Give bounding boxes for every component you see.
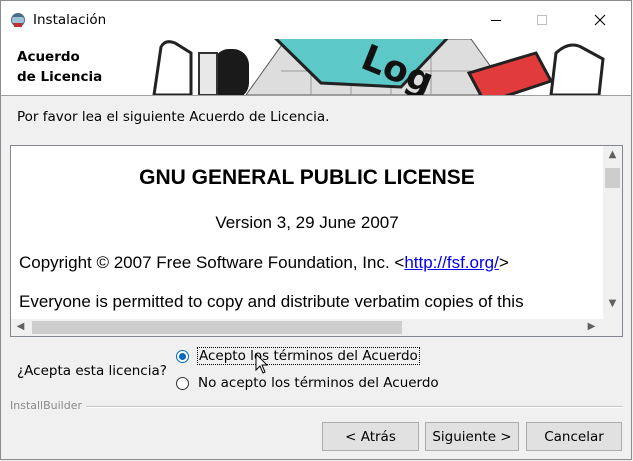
page-title: Acuerdo de Licencia	[17, 49, 103, 85]
accept-question: ¿Acepta esta licencia?	[17, 363, 167, 379]
license-version: Version 3, 29 June 2007	[215, 213, 399, 232]
banner-illustration: Log	[152, 39, 605, 95]
horizontal-scroll-thumb[interactable]	[32, 321, 402, 334]
wizard-header: Acuerdo de Licencia Log	[1, 39, 631, 96]
accept-option[interactable]: Acepto los términos del Acuerdo	[176, 347, 420, 365]
license-textbox[interactable]: GNU GENERAL PUBLIC LICENSE Version 3, 29…	[10, 145, 623, 337]
scroll-up-icon[interactable]: ▲	[604, 149, 621, 160]
next-button[interactable]: Siguiente >	[425, 422, 519, 451]
title-bar[interactable]: Instalación	[1, 1, 631, 39]
decline-radio[interactable]	[176, 376, 189, 390]
decline-option-label[interactable]: No acepto los términos del Acuerdo	[198, 375, 439, 391]
accept-option-label[interactable]: Acepto los términos del Acuerdo	[197, 347, 420, 365]
instruction-text: Por favor lea el siguiente Acuerdo de Li…	[17, 109, 330, 125]
footer-divider	[83, 406, 623, 408]
decline-option[interactable]: No acepto los términos del Acuerdo	[176, 375, 439, 391]
minimize-icon	[491, 20, 501, 21]
vertical-scrollbar[interactable]: ▲ ▼	[603, 146, 622, 320]
installer-window: Instalación Acuerdo de Licencia Log Por …	[0, 0, 632, 460]
app-icon	[11, 13, 25, 27]
window-title: Instalación	[33, 12, 107, 28]
minimize-button[interactable]	[473, 1, 519, 39]
mouse-cursor-icon	[255, 353, 269, 374]
horizontal-scrollbar[interactable]: ◀ ▶	[11, 319, 603, 336]
license-content: GNU GENERAL PUBLIC LICENSE Version 3, 29…	[11, 146, 603, 320]
vertical-scroll-thumb[interactable]	[605, 168, 620, 188]
maximize-icon	[537, 15, 547, 25]
copyright-line: Copyright © 2007 Free Software Foundatio…	[19, 253, 509, 273]
close-window-button[interactable]	[577, 1, 623, 39]
installbuilder-brand: InstallBuilder	[10, 399, 87, 412]
scroll-down-icon[interactable]: ▼	[604, 298, 621, 309]
scrollbar-corner	[603, 319, 622, 336]
cancel-button[interactable]: Cancelar	[526, 422, 622, 451]
scroll-right-icon[interactable]: ▶	[583, 321, 600, 332]
license-paragraph: Everyone is permitted to copy and distri…	[19, 292, 524, 311]
license-heading: GNU GENERAL PUBLIC LICENSE	[139, 166, 475, 189]
copyright-prefix: Copyright © 2007 Free Software Foundatio…	[19, 253, 405, 272]
accept-radio[interactable]	[176, 349, 189, 363]
scroll-left-icon[interactable]: ◀	[12, 321, 29, 332]
fsf-link[interactable]: http://fsf.org/	[404, 253, 499, 272]
close-icon	[594, 14, 606, 26]
maximize-button	[519, 1, 565, 39]
back-button[interactable]: < Atrás	[322, 422, 419, 451]
copyright-suffix: >	[498, 253, 509, 272]
